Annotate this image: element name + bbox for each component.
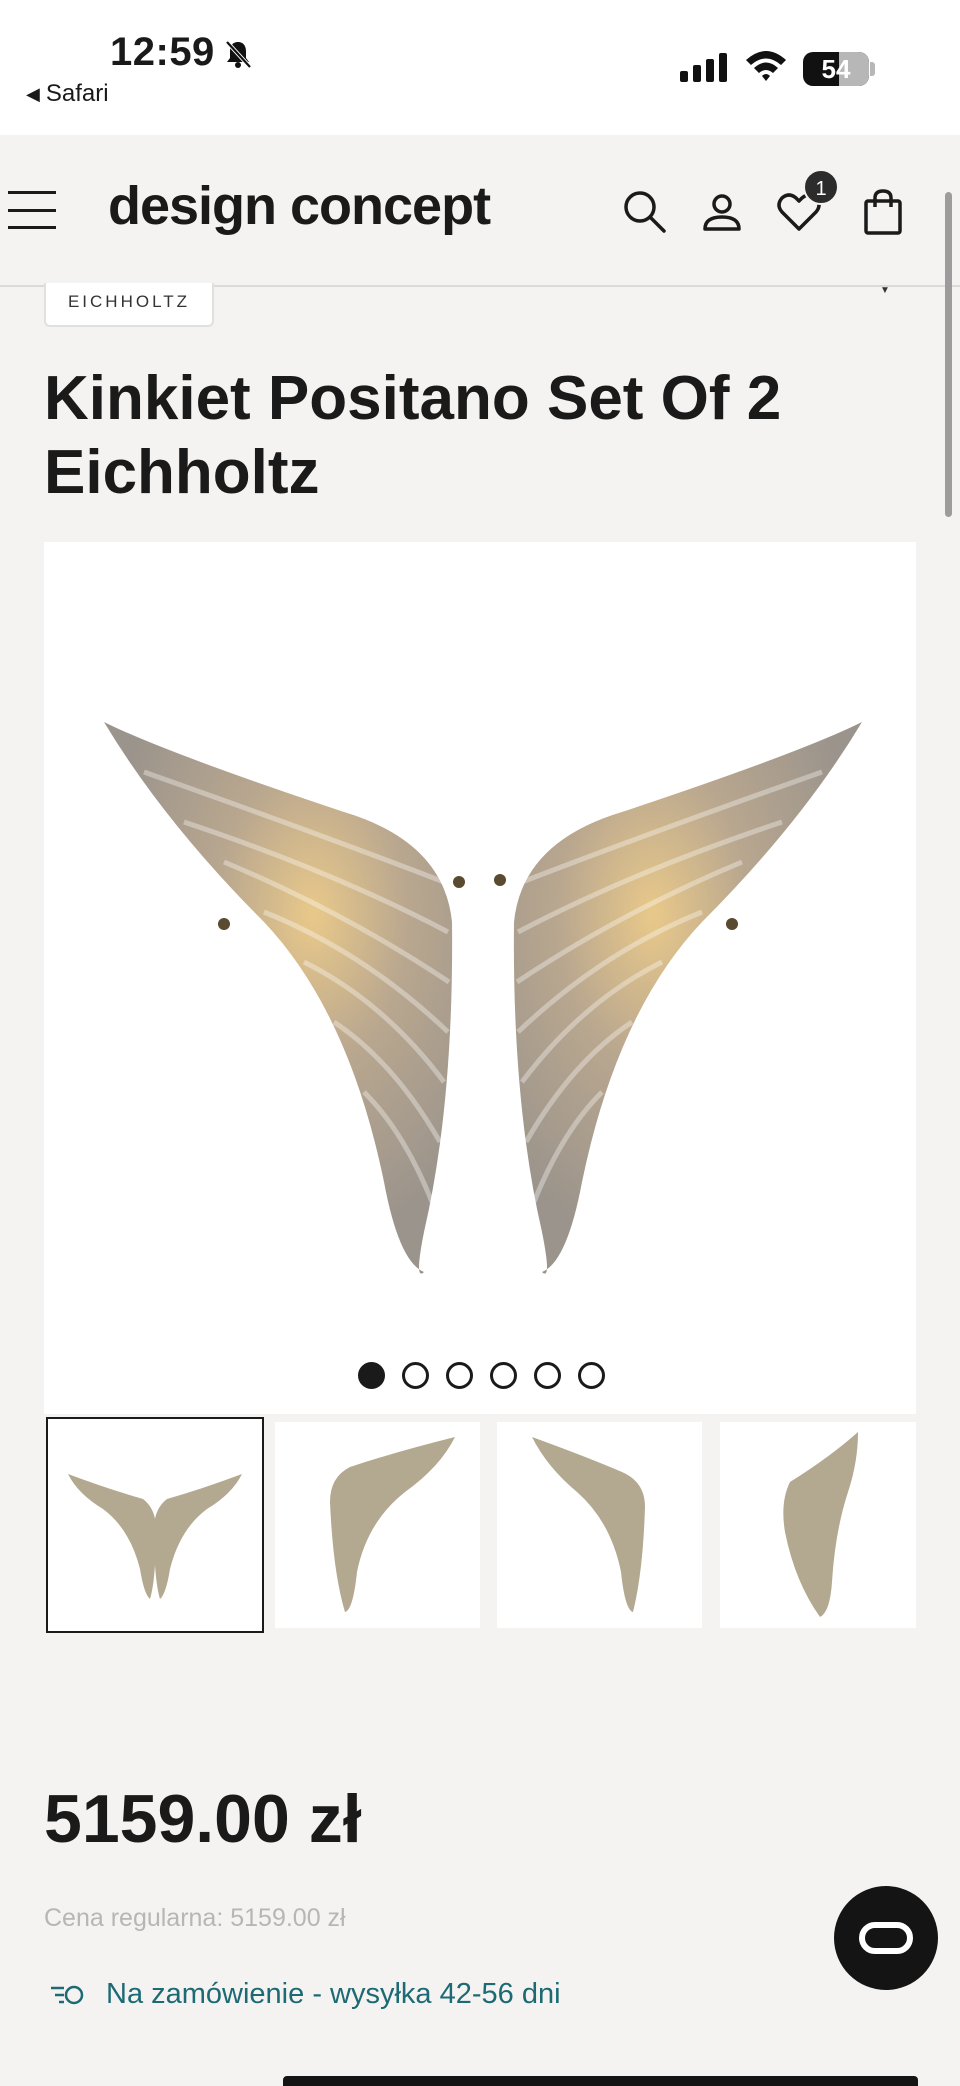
image-carousel-dots: [0, 1362, 960, 1389]
availability-text: Na zamówienie - wysyłka 42-56 dni: [106, 1978, 561, 2010]
thumbnail-2-image: [330, 1437, 455, 1612]
carousel-dot-4[interactable]: [490, 1362, 517, 1389]
product-main-image[interactable]: [44, 542, 916, 1414]
battery-nub: [870, 62, 875, 76]
thumbnail-3[interactable]: [497, 1422, 702, 1628]
battery-icon: 54: [803, 52, 869, 86]
thumbnail-2[interactable]: [275, 1422, 480, 1628]
product-title: Kinkiet Positano Set Of 2 Eichholtz: [44, 364, 782, 507]
wifi-icon: [746, 51, 786, 81]
shopping-bag-icon[interactable]: [858, 187, 908, 237]
search-icon[interactable]: [620, 187, 670, 237]
menu-icon[interactable]: [8, 191, 56, 229]
back-to-safari-link[interactable]: ◀ Safari: [26, 80, 109, 108]
chat-button[interactable]: [834, 1886, 938, 1990]
carousel-dot-1[interactable]: [358, 1362, 385, 1389]
brand-tag[interactable]: EICHHOLTZ: [44, 283, 214, 327]
chat-icon: [859, 1922, 913, 1954]
regular-price: Cena regularna: 5159.00 zł: [44, 1904, 346, 1932]
chevron-down-icon: ▼: [880, 285, 890, 296]
wishlist-count-badge: 1: [803, 169, 839, 205]
status-bar: 12:59 ◀ Safari 54: [0, 0, 960, 135]
back-triangle-icon: ◀: [26, 83, 40, 104]
product-price: 5159.00 zł: [44, 1781, 362, 1857]
delivery-icon: [51, 1985, 84, 2004]
bell-slash-icon: [225, 40, 252, 69]
page-scrollbar[interactable]: [945, 192, 952, 517]
thumbnail-1-image: [68, 1474, 242, 1599]
account-icon[interactable]: [697, 187, 747, 237]
carousel-dot-6[interactable]: [578, 1362, 605, 1389]
thumbnail-4[interactable]: [720, 1422, 916, 1628]
battery-level: 54: [821, 54, 851, 84]
carousel-dot-3[interactable]: [446, 1362, 473, 1389]
thumbnail-4-image: [783, 1432, 858, 1617]
thumbnail-1[interactable]: [46, 1417, 264, 1633]
carousel-dot-5[interactable]: [534, 1362, 561, 1389]
site-logo[interactable]: design concept: [108, 175, 491, 237]
site-header: design concept 1: [0, 135, 960, 287]
cellular-signal-icon: [680, 52, 727, 82]
thumbnail-3-image: [532, 1437, 645, 1612]
sconce-pair-image: [104, 722, 862, 1274]
add-to-cart-button[interactable]: [283, 2076, 918, 2086]
availability-info: Na zamówienie - wysyłka 42-56 dni: [50, 1978, 561, 2011]
back-app-label: Safari: [45, 80, 109, 107]
carousel-dot-2[interactable]: [402, 1362, 429, 1389]
clock: 12:59: [110, 30, 215, 74]
